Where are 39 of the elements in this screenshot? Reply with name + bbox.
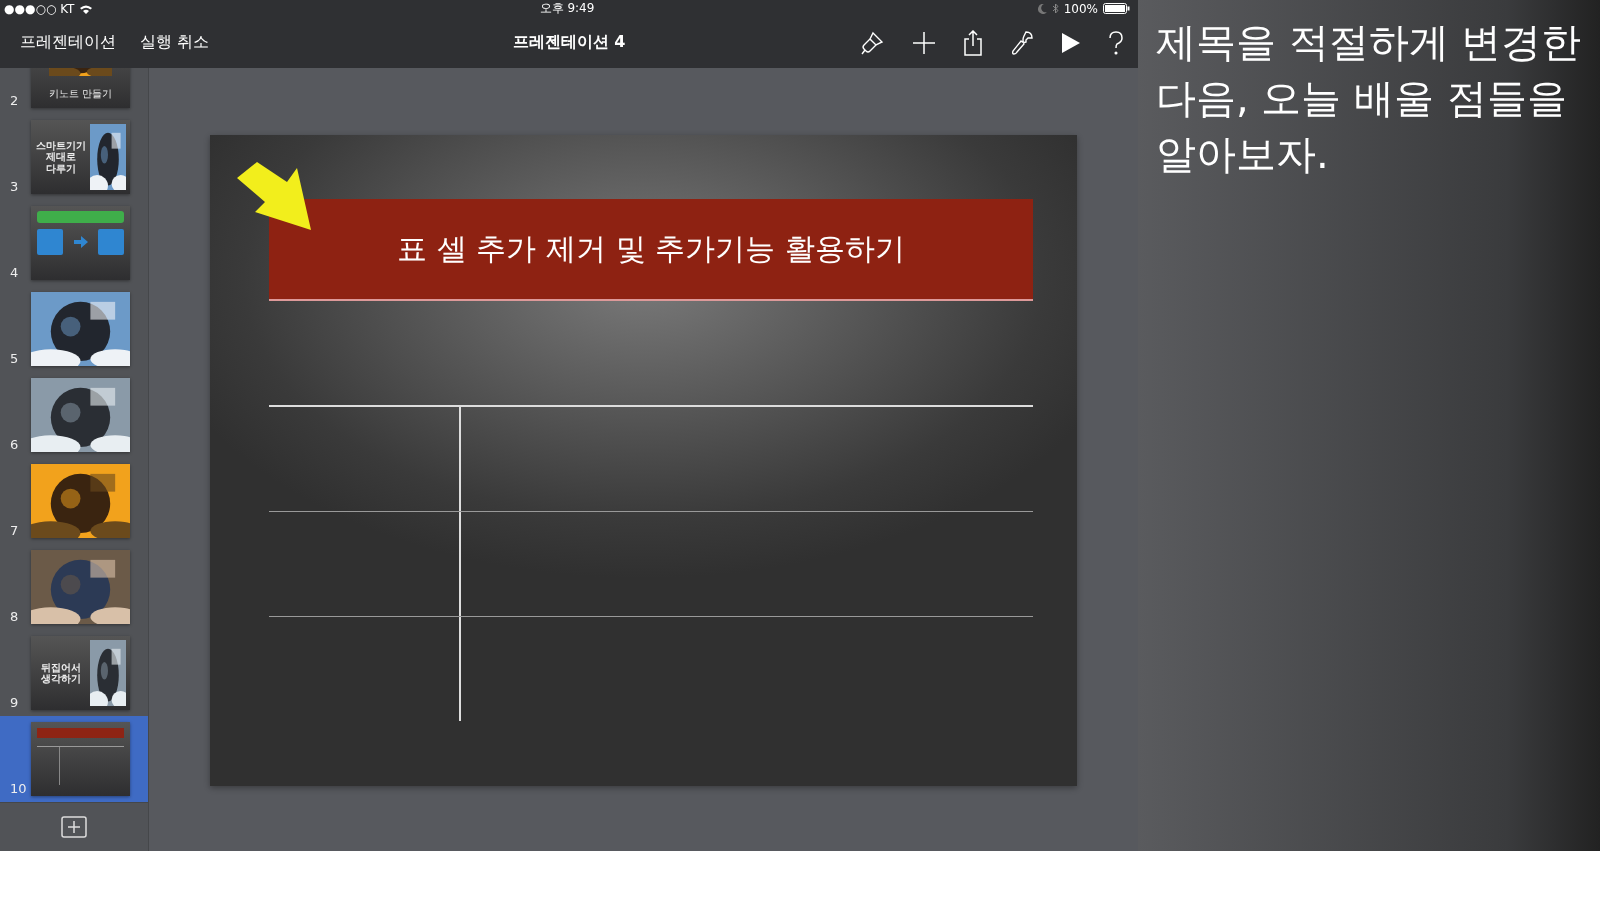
thumbnail-title: 스마트기기 제대로 다루기 (35, 139, 87, 175)
square-shape (98, 229, 124, 255)
slide-title: 표 셀 추가 제거 및 추가기능 활용하기 (269, 199, 1033, 301)
slide-number: 4 (10, 265, 20, 280)
moon-icon (1037, 3, 1047, 14)
add-slide-icon[interactable] (61, 816, 87, 838)
slide-number: 2 (10, 93, 20, 108)
slide-thumbnail-item[interactable]: 2 키노트 만들기 (0, 68, 148, 114)
slide-thumbnail-item[interactable]: 9 뒤집어서 생각하기 (0, 630, 148, 716)
arrow-icon (73, 236, 88, 248)
slide-thumbnail-item[interactable]: 10 (0, 716, 148, 802)
slide-number: 9 (10, 695, 20, 710)
square-shape (37, 229, 63, 255)
bluetooth-icon (1051, 3, 1059, 14)
wrench-icon[interactable] (1010, 29, 1034, 56)
caption-text: 제목을 적절하게 변경한 다음, 오늘 배울 점들을 알아보자. (1156, 18, 1582, 179)
play-icon[interactable] (1061, 31, 1081, 54)
thumbnail-title: 키노트 만들기 (47, 88, 114, 100)
thumbnail-title: 뒤집어서 생각하기 (40, 661, 82, 685)
slide-number: 10 (10, 781, 28, 796)
slide-number: 5 (10, 351, 20, 366)
slide-number: 7 (10, 523, 20, 538)
slide-number: 3 (10, 179, 20, 194)
slide-thumbnail-item[interactable]: 4 (0, 200, 148, 286)
document-title: 프레젠테이션 4 (512, 32, 626, 53)
status-time: 오후 9:49 (539, 0, 595, 17)
help-icon[interactable] (1108, 30, 1124, 55)
wifi-icon (79, 3, 94, 14)
share-icon[interactable] (963, 29, 983, 56)
carrier-text: ●●●○○ KT (4, 1, 75, 16)
paintbrush-icon[interactable] (859, 29, 885, 56)
slide-thumbnail-item[interactable]: 3 스마트기기 제대로 다루기 (0, 114, 148, 200)
toolbar-button[interactable]: 프레젠테이션 (10, 28, 126, 57)
slide-number: 8 (10, 609, 20, 624)
add-icon[interactable] (912, 30, 936, 55)
battery-percent: 100% (1063, 1, 1098, 16)
battery-icon (1103, 3, 1130, 14)
slide-number: 6 (10, 437, 20, 452)
toolbar-button[interactable]: 실행 취소 (130, 28, 220, 57)
